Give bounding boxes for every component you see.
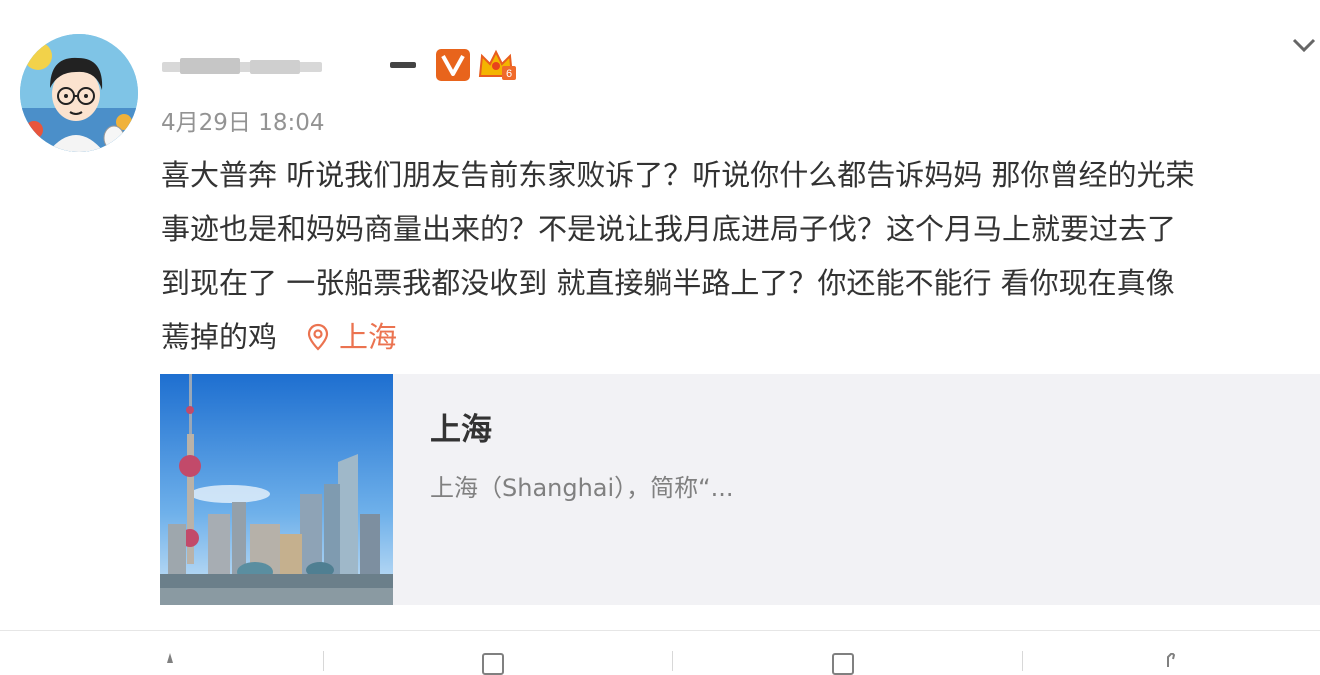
username-blurred <box>162 58 416 74</box>
separator <box>672 651 673 671</box>
repost-button[interactable] <box>330 631 670 675</box>
repost-icon <box>482 653 504 675</box>
comment-button[interactable] <box>680 631 1020 675</box>
avatar-illustration <box>20 34 138 152</box>
svg-text:6: 6 <box>506 68 512 80</box>
shanghai-skyline-image <box>160 374 393 605</box>
post-text-line: 到现在了 一张船票我都没收到 就直接躺半路上了？你还能不能行 看你现在真像 <box>161 266 1175 300</box>
post-text: 喜大普奔 听说我们朋友告前东家败诉了？听说你什么都告诉妈妈 那你曾经的光荣 事迹… <box>161 148 1320 364</box>
location-label: 上海 <box>339 320 398 354</box>
post-text-line: 喜大普奔 听说我们朋友告前东家败诉了？听说你什么都告诉妈妈 那你曾经的光荣 <box>161 158 1195 192</box>
card-title: 上海 <box>430 412 492 448</box>
separator <box>323 651 324 671</box>
location-pin-icon <box>307 323 329 351</box>
favorite-button[interactable] <box>0 631 340 666</box>
like-button[interactable] <box>1000 631 1320 667</box>
location-link[interactable]: 上海 <box>307 320 397 354</box>
comment-icon <box>832 653 854 675</box>
post-text-line: 蔫掉的鸡 <box>161 320 278 354</box>
username[interactable] <box>160 44 422 84</box>
avatar[interactable] <box>20 34 138 152</box>
chevron-down-icon[interactable] <box>1288 30 1320 62</box>
action-bar <box>0 631 1320 675</box>
location-card[interactable]: 上海 上海（Shanghai），简称“... <box>160 374 1320 605</box>
star-icon <box>167 653 173 663</box>
thumbs-up-icon <box>1167 653 1176 667</box>
post-text-last-line: 蔫掉的鸡 上海 <box>161 310 1320 364</box>
card-description: 上海（Shanghai），简称“... <box>430 474 734 502</box>
verified-v-icon[interactable] <box>436 49 470 81</box>
post-timestamp[interactable]: 4月29日 18:04 <box>161 106 325 140</box>
post-text-line: 事迹也是和妈妈商量出来的？不是说让我月底进局子伐？这个月马上就要过去了 <box>161 212 1177 246</box>
member-crown-icon[interactable]: 6 <box>476 46 518 84</box>
